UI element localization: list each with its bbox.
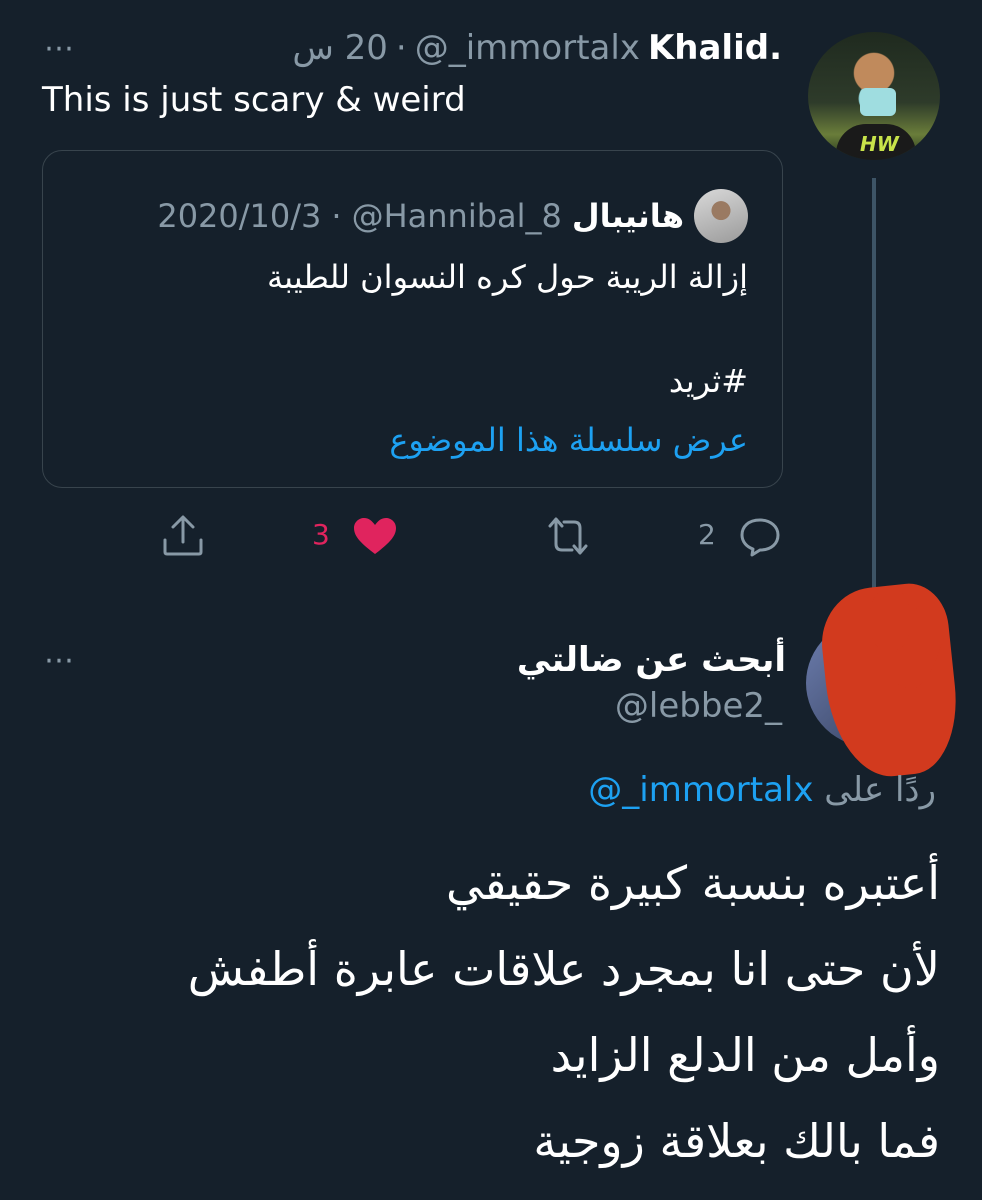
handle[interactable]: @_immortalx <box>415 28 640 68</box>
show-thread-link[interactable]: عرض سلسلة هذا الموضوع <box>389 421 748 459</box>
avatar-mask <box>860 88 896 116</box>
share-icon[interactable] <box>160 514 206 562</box>
quoted-date: 2020/10/3 <box>157 197 322 235</box>
like-count: 3 <box>312 518 330 551</box>
reply-icon[interactable] <box>738 516 782 562</box>
tweet-text-line: فما بالك بعلاقة زوجية <box>533 1114 940 1168</box>
separator-dot: · <box>395 28 407 68</box>
quoted-hashtag[interactable]: #ثريد <box>108 355 748 407</box>
handle[interactable]: @lebbe2_ <box>615 686 782 726</box>
more-options-icon[interactable]: ⋯ <box>44 646 74 676</box>
avatar[interactable]: HW <box>808 32 940 160</box>
separator-dot: · <box>331 197 342 235</box>
tweet-text-line: أعتبره بنسبة كبيرة حقيقي <box>446 856 940 910</box>
quoted-text-line: إزالة الريبة حول كره النسوان للطيبة <box>266 258 748 296</box>
more-options-icon[interactable]: ⋯ <box>44 34 75 64</box>
quoted-avatar <box>694 189 748 243</box>
display-name[interactable]: Khalid. <box>648 28 782 68</box>
quoted-display-name: هانيبال <box>571 197 684 235</box>
thread-connector-line <box>872 178 876 594</box>
quoted-tweet-header: هانيبال @Hannibal_8 · 2020/10/3 <box>157 189 748 243</box>
tweet-header: Khalid. @_immortalx · 20 س <box>292 28 782 68</box>
replying-to-mention[interactable]: @_immortalx <box>588 770 813 810</box>
tweet-text-line: لأن حتى انا بمجرد علاقات عابرة أطفش <box>187 942 940 996</box>
redaction-scribble <box>870 590 910 650</box>
replying-to-label: ردًا على <box>824 770 936 810</box>
avatar-shirt-print: HW <box>860 132 899 156</box>
quoted-tweet-text: إزالة الريبة حول كره النسوان للطيبة #ثري… <box>108 251 748 407</box>
heart-icon[interactable] <box>352 516 398 560</box>
quoted-tweet-card[interactable]: هانيبال @Hannibal_8 · 2020/10/3 إزالة ال… <box>42 150 783 488</box>
tweet-text: This is just scary & weird <box>42 80 466 120</box>
timestamp[interactable]: 20 س <box>292 28 388 68</box>
quoted-handle: @Hannibal_8 <box>351 197 562 235</box>
retweet-icon[interactable] <box>544 514 592 562</box>
display-name[interactable]: أبحث عن ضالتي <box>517 640 786 680</box>
tweet-text-line: وأمل من الدلع الزايد <box>550 1028 940 1082</box>
replying-to: ردًا على @_immortalx <box>588 770 936 810</box>
reply-count: 2 <box>698 518 716 551</box>
tweet-text: أعتبره بنسبة كبيرة حقيقي لأن حتى انا بمج… <box>60 840 940 1184</box>
